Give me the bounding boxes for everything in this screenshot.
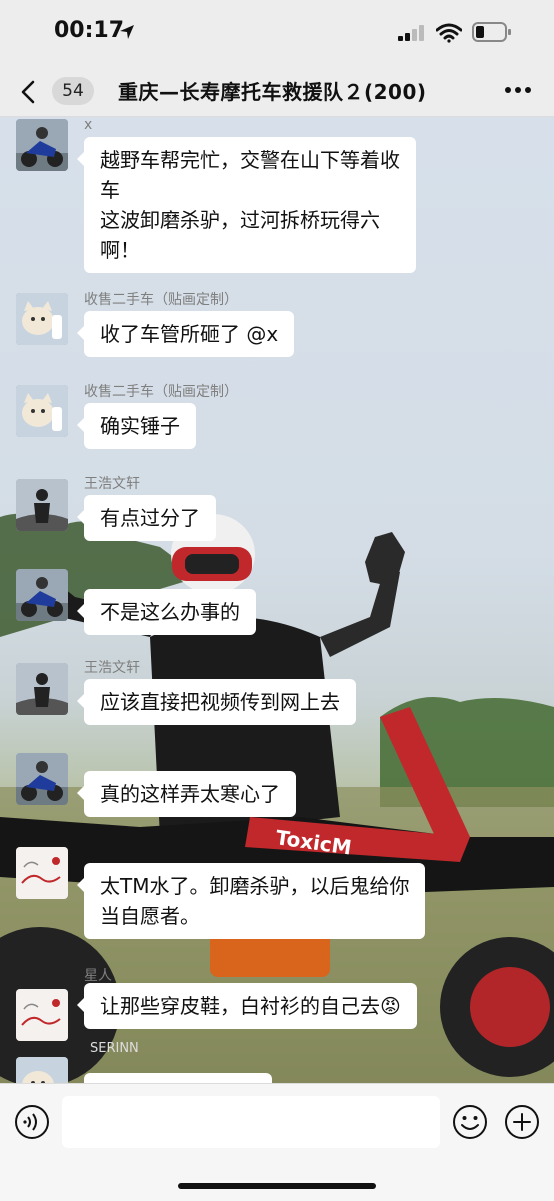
emoji-button[interactable]: [452, 1104, 488, 1140]
more-button[interactable]: [502, 78, 534, 102]
message-bubble[interactable]: 不是这么办事的: [77, 589, 256, 635]
sketch-avatar[interactable]: [16, 847, 68, 899]
sender-name: 收售二手车（贴画定制）: [84, 292, 238, 308]
message-text: 车: [100, 178, 120, 202]
more-dots-icon: [502, 87, 534, 106]
chat-header: 54 重庆—长寿摩托车救援队２(200): [0, 64, 554, 117]
message-text: 啊！: [100, 238, 140, 262]
status-time: 00:17: [54, 18, 125, 43]
unread-count-badge: 54: [52, 77, 94, 105]
message-text: 不是这么办事的: [100, 600, 240, 624]
home-indicator[interactable]: [178, 1183, 376, 1189]
message-text: 当自愿者。: [100, 904, 200, 928]
chat-message-list[interactable]: ToxicM SERINN x 越野车帮完忙，交警在山下等着收 车 这波卸磨杀驴…: [0, 117, 554, 1083]
bike-fairing-text: SERINN: [90, 1041, 139, 1056]
sketch-avatar[interactable]: [16, 989, 68, 1041]
chat-title: 重庆—长寿摩托车救援队２(200): [118, 80, 427, 104]
more-options-button[interactable]: [504, 1104, 540, 1140]
sender-name: 王浩文轩: [84, 660, 140, 676]
motorbike-avatar[interactable]: [16, 119, 68, 171]
motorbike-avatar[interactable]: [16, 753, 68, 805]
cat-avatar[interactable]: [16, 385, 68, 437]
figure-avatar[interactable]: [16, 663, 68, 715]
message-text: 这波卸磨杀驴，过河拆桥玩得六: [100, 208, 380, 232]
message-text-input[interactable]: [62, 1096, 440, 1148]
message-bubble[interactable]: 确实锤子: [77, 403, 196, 449]
message-text: 应该直接把视频传到网上去: [100, 690, 340, 714]
message-bubble[interactable]: 真的这样弄太寒心了: [77, 771, 296, 817]
sender-name: 收售二手车（贴画定制）: [84, 384, 238, 400]
message-bubble[interactable]: 越野车帮完忙，交警在山下等着收 车 这波卸磨杀驴，过河拆桥玩得六 啊！: [77, 137, 416, 273]
voice-icon: [14, 1105, 50, 1144]
status-bar: 00:17: [0, 0, 554, 64]
message-bubble[interactable]: 有点过分了: [77, 495, 216, 541]
motorbike-avatar[interactable]: [16, 569, 68, 621]
message-text: 确实锤子: [100, 414, 180, 438]
back-button[interactable]: 54: [14, 74, 94, 108]
sender-name: x: [84, 117, 93, 133]
sender-name: 王浩文轩: [84, 476, 140, 492]
message-text: 太TM水了。卸磨杀驴，以后鬼给你: [100, 874, 410, 898]
message-bubble[interactable]: 太TM水了。卸磨杀驴，以后鬼给你 当自愿者。: [76, 863, 426, 939]
cat-avatar[interactable]: [16, 293, 68, 345]
wifi-icon: [435, 23, 463, 47]
message-bubble[interactable]: 让那些穿皮鞋，白衬衫的自己去😡: [77, 983, 417, 1029]
message-bubble[interactable]: 应该直接把视频传到网上去: [77, 679, 356, 725]
signal-icon: [398, 25, 426, 45]
message-bubble[interactable]: 收了车管所砸了 @x: [76, 311, 295, 357]
chevron-left-icon: [20, 80, 36, 108]
figure-avatar[interactable]: [16, 479, 68, 531]
message-bubble[interactable]: [84, 1073, 272, 1083]
sender-name: 星人: [84, 968, 112, 984]
emoji-icon: [452, 1105, 488, 1144]
voice-button[interactable]: [14, 1104, 50, 1140]
message-text: 越野车帮完忙，交警在山下等着收: [100, 148, 400, 172]
message-text: 收了车管所砸了 @x: [100, 322, 279, 346]
message-text: 有点过分了: [100, 506, 200, 530]
message-text: 真的这样弄太寒心了: [100, 782, 280, 806]
battery-icon: [472, 21, 512, 47]
location-arrow-icon: [119, 24, 135, 44]
plus-icon: [504, 1105, 540, 1144]
message-text: 让那些穿皮鞋，白衬衫的自己去😡: [100, 994, 401, 1018]
cat-avatar[interactable]: [16, 1057, 68, 1083]
